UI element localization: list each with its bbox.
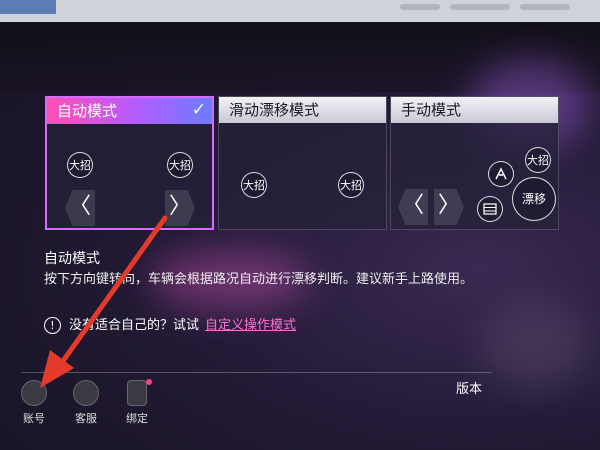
annotation-arrow-icon <box>40 215 168 388</box>
